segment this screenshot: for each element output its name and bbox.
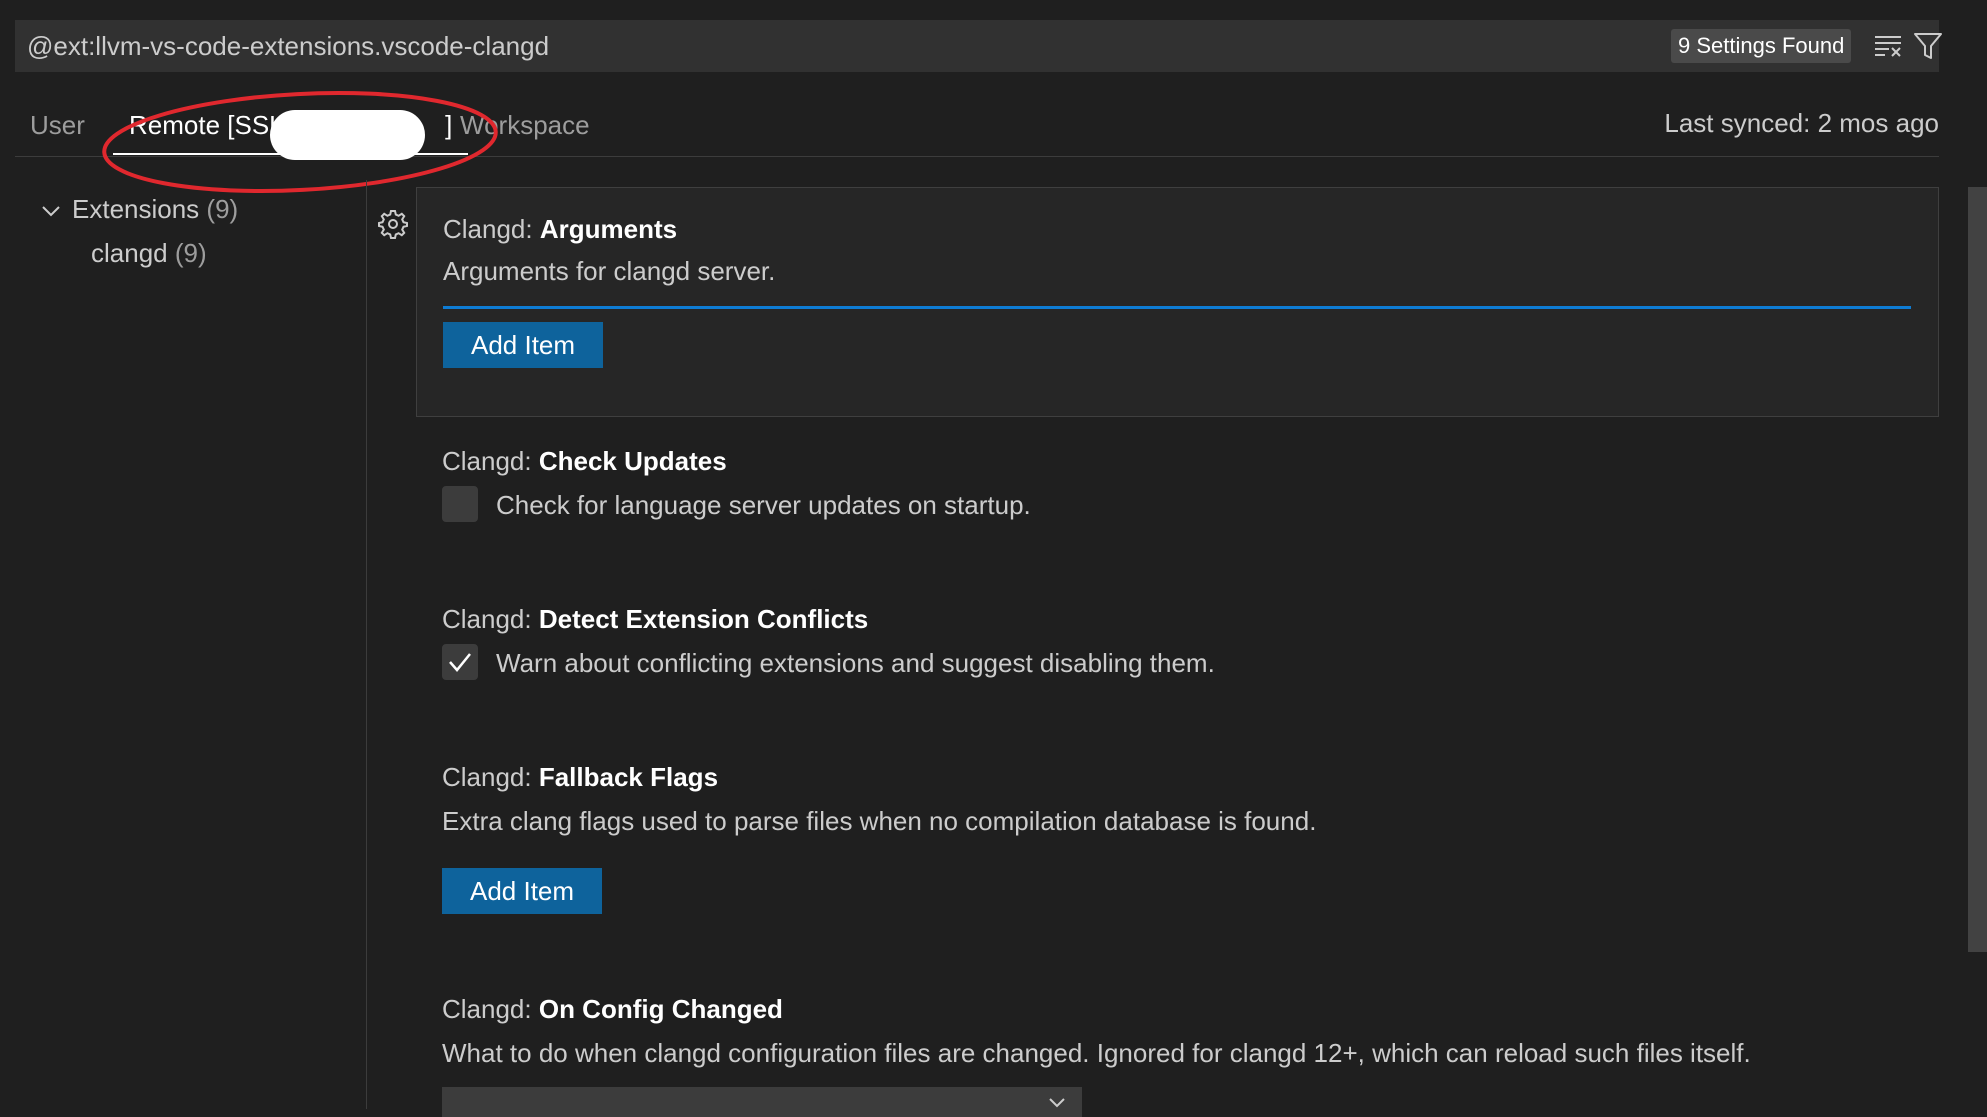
- setting-name: Fallback Flags: [538, 762, 719, 792]
- results-count-badge: 9 Settings Found: [1671, 29, 1852, 63]
- chevron-down-icon: [1049, 1098, 1065, 1108]
- scrollbar-thumb[interactable]: [1968, 187, 1987, 952]
- setting-category: Clangd:: [442, 762, 539, 792]
- filter-icon[interactable]: [1913, 31, 1943, 61]
- add-item-button[interactable]: Add Item: [442, 868, 603, 914]
- toc-clangd-count: (9): [174, 238, 207, 268]
- checkmark-icon: [449, 653, 471, 672]
- setting-category: Clangd:: [442, 994, 539, 1024]
- toc-item-clangd[interactable]: clangd (9): [91, 238, 207, 269]
- chevron-down-icon: [42, 206, 60, 217]
- add-item-button[interactable]: Add Item: [443, 322, 604, 368]
- setting-title: Clangd: Detect Extension Conflicts: [442, 604, 868, 635]
- setting-name: Arguments: [539, 214, 678, 244]
- tab-workspace[interactable]: Workspace: [460, 109, 590, 141]
- setting-category: Clangd:: [443, 214, 540, 244]
- setting-name: Detect Extension Conflicts: [538, 604, 869, 634]
- list-focus-line: [443, 306, 1911, 309]
- setting-on-config-changed: Clangd: On Config Changed What to do whe…: [416, 988, 1939, 1117]
- detect-conflicts-checkbox[interactable]: [442, 644, 478, 680]
- tab-remote-suffix: ]: [445, 110, 453, 140]
- checkbox-label: Check for language server updates on sta…: [496, 490, 1031, 520]
- on-config-changed-dropdown[interactable]: [442, 1087, 1082, 1117]
- checkbox-label: Warn about conflicting extensions and su…: [496, 648, 1215, 678]
- check-updates-checkbox[interactable]: [442, 486, 478, 522]
- setting-description: What to do when clangd configuration fil…: [442, 1038, 1751, 1068]
- setting-title: Clangd: Fallback Flags: [442, 762, 718, 793]
- tab-user[interactable]: User: [30, 109, 85, 141]
- setting-description: Extra clang flags used to parse files wh…: [442, 806, 1317, 836]
- setting-title: Clangd: On Config Changed: [442, 994, 783, 1025]
- toc-extensions-count: (9): [206, 194, 239, 224]
- setting-check-updates: Clangd: Check Updates Check for language…: [416, 440, 1939, 540]
- toc-item-extensions[interactable]: Extensions (9): [40, 194, 238, 225]
- settings-toc: Extensions (9) clangd (9): [0, 180, 367, 1109]
- setting-detect-extension-conflicts: Clangd: Detect Extension Conflicts Warn …: [416, 598, 1939, 698]
- setting-title: Clangd: Arguments: [443, 214, 677, 245]
- setting-description: Arguments for clangd server.: [443, 256, 776, 286]
- settings-search-bar[interactable]: @ext:llvm-vs-code-extensions.vscode-clan…: [15, 20, 1942, 72]
- search-input[interactable]: @ext:llvm-vs-code-extensions.vscode-clan…: [27, 31, 549, 62]
- setting-name: Check Updates: [538, 446, 727, 476]
- gear-icon[interactable]: [378, 209, 408, 239]
- toc-clangd-label: clangd: [91, 238, 168, 268]
- setting-arguments: Clangd: Arguments Arguments for clangd s…: [416, 187, 1939, 417]
- setting-fallback-flags: Clangd: Fallback Flags Extra clang flags…: [416, 756, 1939, 916]
- clear-filter-icon[interactable]: [1873, 32, 1903, 60]
- last-synced-status: Last synced: 2 mos ago: [1664, 108, 1939, 138]
- setting-category: Clangd:: [442, 604, 539, 634]
- redaction-mark: [270, 110, 425, 160]
- setting-title: Clangd: Check Updates: [442, 446, 727, 477]
- toc-extensions-label: Extensions: [72, 194, 200, 224]
- setting-category: Clangd:: [442, 446, 539, 476]
- setting-name: On Config Changed: [538, 994, 783, 1024]
